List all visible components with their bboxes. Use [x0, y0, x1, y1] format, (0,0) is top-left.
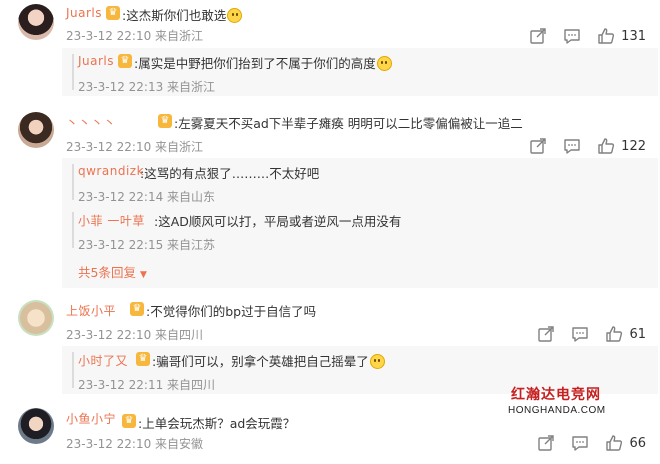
- comment-item: Juarls ♛ :这杰斯你们也敢选 23-3-12 22:10 来自浙江 13…: [0, 0, 660, 100]
- reply-username[interactable]: 小时了又: [78, 352, 128, 369]
- more-replies-link[interactable]: 共5条回复 ▼: [78, 262, 147, 281]
- reply-meta: 23-3-12 22:11 来自四川: [78, 378, 216, 392]
- site-watermark: 红瀚达电竞网 HONGHANDA.COM: [508, 384, 606, 416]
- comment-meta: 23-3-12 22:10 来自安徽: [66, 437, 204, 451]
- comment-text: :上单会玩杰斯？ad会玩霞？: [138, 416, 296, 431]
- vip-badge-icon: ♛: [136, 352, 150, 366]
- vip-badge-icon: ♛: [118, 54, 132, 68]
- avatar[interactable]: [18, 112, 54, 148]
- reply-item: Juarls ♛ :属实是中野把你们抬到了不属于你们的高度 23-3-12 22…: [62, 48, 658, 96]
- grin-emoji-icon: [369, 354, 385, 369]
- reply-divider: [72, 164, 74, 200]
- reply-text: :属实是中野把你们抬到了不属于你们的高度: [134, 53, 392, 72]
- share-icon[interactable]: [537, 434, 555, 452]
- comment-icon[interactable]: [571, 434, 589, 452]
- like-count: 131: [621, 28, 646, 44]
- comment-text: :这杰斯你们也敢选: [122, 5, 243, 24]
- reply-username[interactable]: qwrandizk: [78, 164, 144, 178]
- thumbs-up-icon[interactable]: [605, 434, 623, 452]
- share-icon[interactable]: [537, 325, 555, 343]
- comment-username[interactable]: 小鱼小宁: [66, 410, 116, 427]
- reply-item: 小菲 一叶草 :这AD顺风可以打，平局或者逆风一点用没有 23-3-12 22:…: [62, 206, 658, 254]
- vip-badge-icon: ♛: [130, 302, 144, 316]
- smile-emoji-icon: [376, 56, 392, 71]
- reply-list: qwrandizk :这骂的有点狠了………不太好吧 23-3-12 22:14 …: [62, 158, 658, 288]
- vip-badge-icon: ♛: [122, 414, 136, 428]
- comment-icon[interactable]: [563, 137, 581, 155]
- share-icon[interactable]: [529, 137, 547, 155]
- comment-actions: 66: [521, 433, 646, 453]
- comment-username[interactable]: 丶丶丶丶: [66, 114, 116, 131]
- reply-list: Juarls ♛ :属实是中野把你们抬到了不属于你们的高度 23-3-12 22…: [62, 48, 658, 96]
- reply-meta: 23-3-12 22:13 来自浙江: [78, 80, 216, 94]
- comment-item: 丶丶丶丶 ♛ :左雾夏天不买ad下半辈子瘫痪 明明可以二比零偏偏被让一追二 23…: [0, 108, 660, 288]
- avatar[interactable]: [18, 408, 54, 444]
- watermark-cn: 红瀚达电竞网: [511, 387, 601, 403]
- reply-divider: [72, 54, 74, 90]
- reply-item: qwrandizk :这骂的有点狠了………不太好吧 23-3-12 22:14 …: [62, 158, 658, 206]
- reply-meta: 23-3-12 22:15 来自江苏: [78, 238, 216, 252]
- reply-text: :骗哥们可以，别拿个英雄把自己摇晕了: [152, 351, 385, 370]
- reply-username[interactable]: 小菲 一叶草: [78, 212, 145, 229]
- watermark-en: HONGHANDA.COM: [508, 405, 606, 416]
- reply-text: :这骂的有点狠了………不太好吧: [140, 166, 320, 181]
- vip-badge-icon: ♛: [106, 6, 120, 20]
- thumbs-up-icon[interactable]: [605, 325, 623, 343]
- reply-meta: 23-3-12 22:14 来自山东: [78, 190, 216, 204]
- like-count: 66: [629, 435, 646, 451]
- avatar[interactable]: [18, 300, 54, 336]
- reply-username[interactable]: Juarls: [78, 54, 114, 68]
- comment-icon[interactable]: [563, 27, 581, 45]
- comment-actions: 122: [513, 136, 646, 156]
- thumbs-up-icon[interactable]: [597, 137, 615, 155]
- thumbs-up-icon[interactable]: [597, 27, 615, 45]
- reply-divider: [72, 352, 74, 388]
- caret-down-icon: ▼: [139, 270, 147, 280]
- comment-username[interactable]: Juarls: [66, 6, 102, 20]
- comment-text: :不觉得你们的bp过于自信了吗: [146, 304, 317, 319]
- like-count: 61: [629, 326, 646, 342]
- comment-meta: 23-3-12 22:10 来自浙江: [66, 29, 204, 43]
- smile-emoji-icon: [227, 8, 243, 23]
- comment-icon[interactable]: [571, 325, 589, 343]
- reply-text: :这AD顺风可以打，平局或者逆风一点用没有: [154, 214, 402, 229]
- comment-text: :左雾夏天不买ad下半辈子瘫痪 明明可以二比零偏偏被让一追二: [174, 116, 523, 131]
- comment-actions: 61: [521, 324, 646, 344]
- comment-meta: 23-3-12 22:10 来自四川: [66, 328, 204, 342]
- share-icon[interactable]: [529, 27, 547, 45]
- comment-meta: 23-3-12 22:10 来自浙江: [66, 140, 204, 154]
- comment-actions: 131: [513, 26, 646, 46]
- avatar[interactable]: [18, 4, 54, 40]
- reply-divider: [72, 212, 74, 248]
- vip-badge-icon: ♛: [158, 114, 172, 128]
- comment-item: 上饭小平 ♛ :不觉得你们的bp过于自信了吗 23-3-12 22:10 来自四…: [0, 296, 660, 396]
- comment-username[interactable]: 上饭小平: [66, 302, 116, 319]
- like-count: 122: [621, 138, 646, 154]
